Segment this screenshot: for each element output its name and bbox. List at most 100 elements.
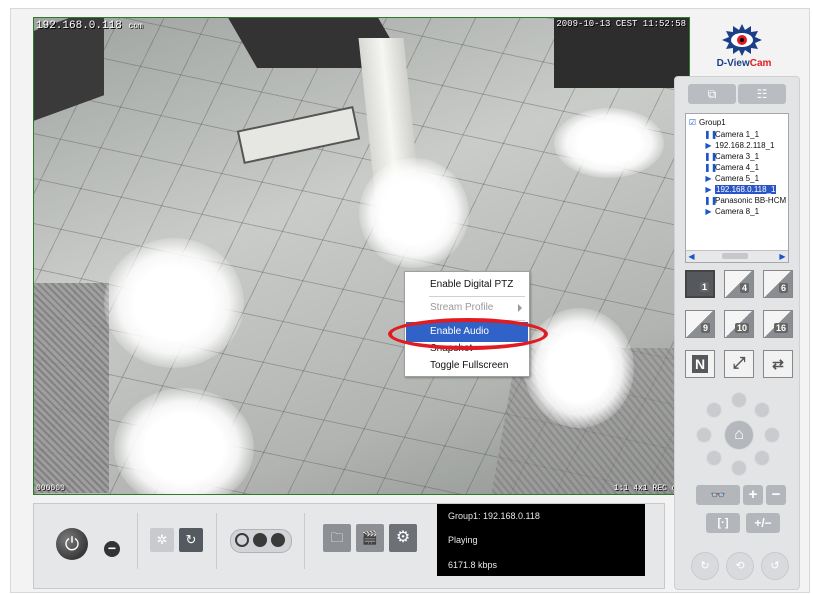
plus-icon: + <box>748 486 758 503</box>
tree-group-label: Group1 <box>699 118 726 127</box>
layout-1-button[interactable]: 1 <box>685 270 715 298</box>
ptz-up-right-icon[interactable] <box>754 402 770 418</box>
play-icon: ▶ <box>705 185 712 194</box>
multi-view-tab[interactable]: ☷ <box>738 84 786 104</box>
ptz-up-left-icon[interactable] <box>706 402 722 418</box>
stop-icon[interactable] <box>253 533 267 547</box>
menu-separator <box>429 296 525 297</box>
ptz-down-left-icon[interactable] <box>706 450 722 466</box>
video-light <box>104 238 244 368</box>
tree-item-label: Camera 3_1 <box>715 152 760 161</box>
sequence-button[interactable]: ⇄ <box>763 350 793 378</box>
tree-item[interactable]: ❚❚Camera 1_1 <box>704 130 759 140</box>
menu-item-enable-digital-ptz[interactable]: Enable Digital PTZ <box>406 275 528 295</box>
layout-1-label: 1 <box>699 282 709 292</box>
patrol-button[interactable]: ↻ <box>691 552 719 580</box>
clapperboard-icon: 🎬 <box>361 530 379 545</box>
highlight-ellipse <box>388 318 548 350</box>
tree-item[interactable]: ❚❚Camera 4_1 <box>704 163 759 173</box>
minimize-button[interactable]: − <box>104 541 120 557</box>
binoculars-icon: 👓 <box>710 488 726 502</box>
scroll-left-icon[interactable]: ◀ <box>686 251 697 262</box>
ptz-up-icon[interactable] <box>731 392 747 408</box>
tree-item-label: Camera 5_1 <box>715 174 760 183</box>
focus-button[interactable]: [·] <box>706 513 740 533</box>
tree-item[interactable]: ▶ 192.168.2.118_1 <box>704 141 774 151</box>
dviewcam-logo-icon <box>722 24 762 56</box>
tree-group[interactable]: ☑ Group1 <box>688 118 726 128</box>
status-bitrate: 6171.8 kbps <box>448 560 498 570</box>
playback-button[interactable]: 🎬 <box>356 524 384 552</box>
settings-button[interactable]: ⚙ <box>389 524 417 552</box>
tree-item[interactable]: ▶ Camera 5_1 <box>704 174 759 184</box>
fullscreen-button[interactable]: ⤢ <box>724 350 754 378</box>
cancel-icon[interactable] <box>271 533 285 547</box>
status-state: Playing <box>448 535 478 545</box>
layout-9-label: 9 <box>700 323 710 333</box>
snapshot-folder-button[interactable]: 🗀 <box>323 524 351 552</box>
tree-item[interactable]: ❚❚Camera 3_1 <box>704 152 759 162</box>
ptz-home-icon[interactable]: ⌂ <box>724 420 754 450</box>
tree-item-label: Camera 8_1 <box>715 207 760 216</box>
toolbar-divider <box>304 513 305 569</box>
ptz-down-right-icon[interactable] <box>754 450 770 466</box>
layout-4-button[interactable]: 4 <box>724 270 754 298</box>
tree-item[interactable]: ▶ Camera 8_1 <box>704 207 759 217</box>
tree-item-selected[interactable]: ▶ 192.168.0.118_1 <box>704 185 777 195</box>
ptz-down-icon[interactable] <box>731 460 747 476</box>
tree-item-label: Camera 1_1 <box>715 130 760 139</box>
layout-n-label: N <box>692 355 709 373</box>
record-icon[interactable] <box>235 533 249 547</box>
toolbar-divider <box>137 513 138 569</box>
swing-icon: ⟲ <box>735 560 745 572</box>
video-light <box>359 158 469 268</box>
plus-minus-icon: +/− <box>754 516 772 530</box>
osd-timestamp: 2009-10-13 CEST 11:52:58 <box>556 19 686 29</box>
gear-icon: ✲ <box>156 532 168 547</box>
minus-icon: − <box>107 540 117 556</box>
layout-6-button[interactable]: 6 <box>763 270 793 298</box>
tree-item-label: 192.168.0.118_1 <box>715 185 777 194</box>
network-icon: ☷ <box>756 87 768 101</box>
layout-n-button[interactable]: N <box>685 350 715 378</box>
tree-horizontal-scrollbar[interactable]: ◀ ▶ <box>686 250 788 262</box>
monitor-view-tab[interactable]: ⧉ <box>688 84 736 104</box>
scroll-right-icon[interactable]: ▶ <box>777 251 788 262</box>
layout-10-button[interactable]: 10 <box>724 310 754 338</box>
video-light <box>554 108 664 178</box>
group-checkbox-icon: ☑ <box>688 118 697 127</box>
scroll-thumb[interactable] <box>722 253 748 259</box>
minus-icon: − <box>771 486 781 503</box>
power-button[interactable]: ⏻ <box>56 528 88 560</box>
toolbar-divider <box>216 513 217 569</box>
settings-small-button[interactable]: ✲ <box>150 528 174 552</box>
video-viewport[interactable]: 192.168.0.118 com 2009-10-13 CEST 11:52:… <box>33 17 690 495</box>
focus-adjust-button[interactable]: +/− <box>746 513 780 533</box>
menu-item-toggle-fullscreen[interactable]: Toggle Fullscreen <box>406 356 528 376</box>
camera-tree[interactable]: ☑ Group1 ❚❚Camera 1_1 ▶ 192.168.2.118_1 ❚❚… <box>685 113 789 263</box>
gear-icon: ⚙ <box>395 529 411 546</box>
layout-9-button[interactable]: 9 <box>685 310 715 338</box>
play-icon: ▶ <box>705 141 712 150</box>
swing-button[interactable]: ⟲ <box>726 552 754 580</box>
fullscreen-icon: ⤢ <box>732 355 746 372</box>
layout-16-button[interactable]: 16 <box>763 310 793 338</box>
ptz-right-icon[interactable] <box>764 427 780 443</box>
record-control[interactable] <box>230 529 292 553</box>
tour-button[interactable]: ↺ <box>761 552 789 580</box>
sequence-icon: ⇄ <box>772 356 784 372</box>
layout-10-label: 10 <box>734 323 749 333</box>
ptz-control: ⌂ <box>696 392 780 476</box>
tree-item[interactable]: ❚❚Panasonic BB-HCM <box>704 196 786 206</box>
menu-item-stream-profile[interactable]: Stream Profile <box>406 298 528 318</box>
submenu-arrow-icon <box>518 304 522 312</box>
focus-icon: [·] <box>717 517 729 529</box>
tree-item-label: Panasonic BB-HCM <box>715 196 787 205</box>
patrol-icon: ↻ <box>700 560 710 572</box>
zoom-out-button[interactable]: − <box>766 485 786 505</box>
ptz-left-icon[interactable] <box>696 427 712 443</box>
power-icon: ⏻ <box>64 534 80 554</box>
refresh-button[interactable]: ↻ <box>179 528 203 552</box>
zoom-in-button[interactable]: + <box>743 485 763 505</box>
zoom-binoculars-button[interactable]: 👓 <box>696 485 740 505</box>
